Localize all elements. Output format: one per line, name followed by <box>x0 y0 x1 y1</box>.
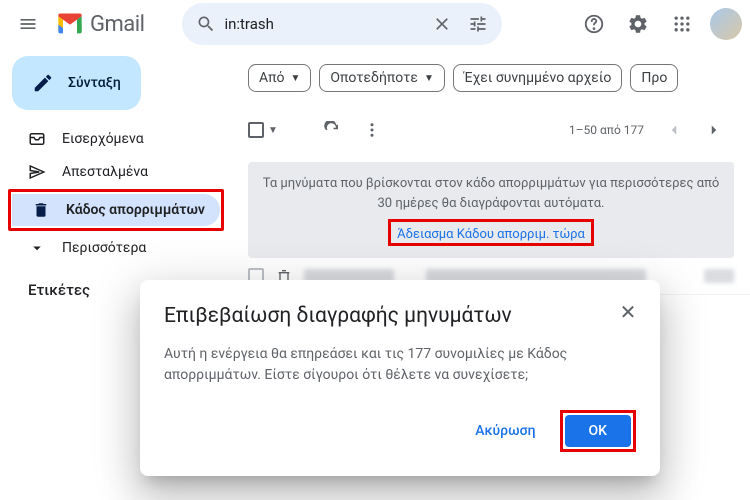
cancel-button[interactable]: Ακύρωση <box>459 415 551 447</box>
sidebar-item-label: Εισερχόμενα <box>62 131 144 147</box>
filter-has-attachment[interactable]: Έχει συνημμένο αρχείο <box>453 64 623 92</box>
sidebar-item-trash[interactable]: Κάδος απορριμμάτων <box>12 194 220 226</box>
prev-page-button[interactable] <box>658 114 690 146</box>
caret-down-icon: ▼ <box>290 73 300 84</box>
empty-trash-link[interactable]: Άδειασμα Κάδου απορριμ. τώρα <box>397 227 585 242</box>
gmail-icon <box>56 13 84 35</box>
search-input[interactable] <box>224 15 424 33</box>
support-icon[interactable] <box>574 4 614 44</box>
pencil-icon <box>32 72 54 94</box>
filter-any-time[interactable]: Οποτεδήποτε▼ <box>319 64 444 92</box>
pagination-info: 1–50 από 177 <box>569 123 644 137</box>
sent-icon <box>28 163 46 181</box>
search-bar[interactable] <box>182 3 502 45</box>
sidebar-item-sent[interactable]: Απεσταλμένα <box>8 156 232 188</box>
caret-down-icon: ▼ <box>424 73 434 84</box>
refresh-button[interactable] <box>312 110 352 150</box>
account-avatar[interactable] <box>710 8 742 40</box>
sidebar-item-label: Κάδος απορριμμάτων <box>66 202 205 218</box>
settings-icon[interactable] <box>618 4 658 44</box>
sidebar-item-more[interactable]: Περισσότερα <box>8 232 232 264</box>
inbox-icon <box>28 130 46 148</box>
filter-to[interactable]: Προ <box>630 64 678 92</box>
close-dialog-button[interactable]: ✕ <box>612 296 644 328</box>
sidebar-item-inbox[interactable]: Εισερχόμενα <box>8 123 232 155</box>
dialog-body: Αυτή η ενέργεια θα επηρεάσει και τις 177… <box>164 344 636 386</box>
compose-button[interactable]: Σύνταξη <box>12 56 141 110</box>
sidebar-item-label: Περισσότερα <box>62 240 146 256</box>
trash-icon <box>32 201 50 219</box>
dialog-title: Επιβεβαίωση διαγραφής μηνυμάτων <box>164 304 636 328</box>
clear-search-icon[interactable] <box>424 6 460 42</box>
gmail-logo[interactable]: Gmail <box>56 12 144 37</box>
ok-button[interactable]: OK <box>565 415 632 447</box>
confirm-dialog: ✕ Επιβεβαίωση διαγραφής μηνυμάτων Αυτή η… <box>140 280 660 476</box>
apps-icon[interactable] <box>662 4 702 44</box>
trash-notice: Τα μηνύματα που βρίσκονται στον κάδο απο… <box>248 162 734 258</box>
search-options-icon[interactable] <box>460 6 496 42</box>
main-menu-button[interactable] <box>8 4 48 44</box>
compose-label: Σύνταξη <box>68 75 121 91</box>
select-all-checkbox[interactable] <box>248 122 264 138</box>
sidebar-item-label: Απεσταλμένα <box>62 164 148 180</box>
more-button[interactable] <box>352 110 392 150</box>
filter-from[interactable]: Από▼ <box>248 64 311 92</box>
select-all-dropdown[interactable]: ▼ <box>266 123 280 138</box>
chevron-down-icon <box>28 239 46 257</box>
notice-text: Τα μηνύματα που βρίσκονται στον κάδο απο… <box>260 174 722 213</box>
app-name: Gmail <box>90 12 144 37</box>
next-page-button[interactable] <box>698 114 730 146</box>
search-icon[interactable] <box>188 6 224 42</box>
